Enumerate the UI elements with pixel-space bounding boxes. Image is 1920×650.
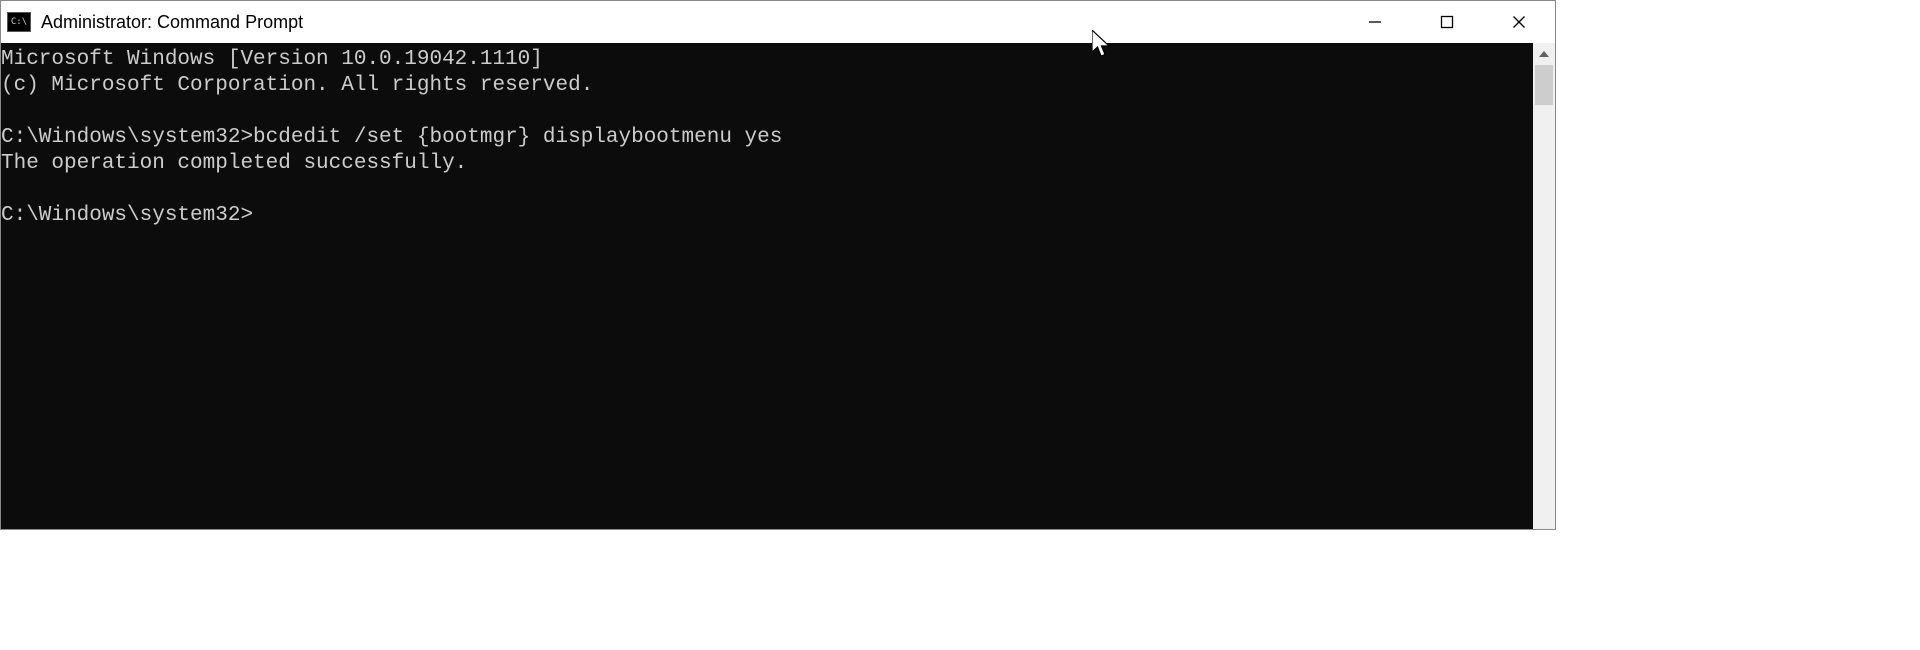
terminal-line: (c) Microsoft Corporation. All rights re… xyxy=(1,73,1533,99)
terminal-area[interactable]: Microsoft Windows [Version 10.0.19042.11… xyxy=(1,43,1533,529)
minimize-button[interactable] xyxy=(1339,1,1411,43)
maximize-button[interactable] xyxy=(1411,1,1483,43)
window-controls xyxy=(1339,1,1555,43)
close-button[interactable] xyxy=(1483,1,1555,43)
vertical-scrollbar[interactable] xyxy=(1533,43,1555,529)
window-body: Microsoft Windows [Version 10.0.19042.11… xyxy=(1,43,1555,529)
app-icon: C:\ xyxy=(7,12,31,32)
scroll-up-arrow[interactable] xyxy=(1533,43,1555,65)
terminal-line: The operation completed successfully. xyxy=(1,151,1533,177)
app-icon-text: C:\ xyxy=(11,18,27,27)
maximize-icon xyxy=(1440,15,1454,29)
chevron-up-icon xyxy=(1539,51,1549,57)
terminal-line xyxy=(1,99,1533,125)
close-icon xyxy=(1512,15,1526,29)
terminal-line: Microsoft Windows [Version 10.0.19042.11… xyxy=(1,47,1533,73)
terminal-line xyxy=(1,177,1533,203)
scroll-track[interactable] xyxy=(1533,65,1555,529)
terminal-line: C:\Windows\system32> xyxy=(1,203,1533,229)
terminal-line: C:\Windows\system32>bcdedit /set {bootmg… xyxy=(1,125,1533,151)
window-title: Administrator: Command Prompt xyxy=(41,12,303,33)
minimize-icon xyxy=(1368,15,1382,29)
command-prompt-window: C:\ Administrator: Command Prompt Micros… xyxy=(0,0,1556,530)
scroll-thumb[interactable] xyxy=(1535,65,1553,105)
titlebar[interactable]: C:\ Administrator: Command Prompt xyxy=(1,1,1555,43)
